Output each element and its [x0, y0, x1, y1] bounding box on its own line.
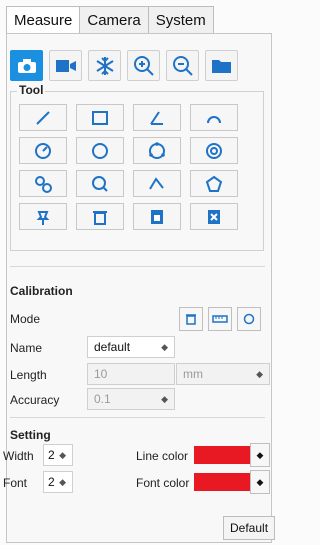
font-size-select[interactable]: 2 ◆: [43, 471, 73, 493]
calibration-title: Calibration: [10, 284, 73, 298]
circle-distance-icon: [35, 175, 52, 193]
font-label: Font: [3, 476, 28, 490]
concentric-circles-icon: [206, 142, 222, 159]
polyline-tool-button[interactable]: [133, 170, 181, 197]
freeze-button[interactable]: [88, 50, 121, 81]
font-color-swatch[interactable]: [194, 473, 250, 491]
line-color-swatch[interactable]: [194, 446, 250, 464]
line-tool-button[interactable]: [19, 104, 67, 131]
circle-radius-tool-button[interactable]: [19, 137, 67, 164]
capture-button[interactable]: [10, 50, 43, 81]
excel-export-tool-button[interactable]: [190, 203, 238, 230]
open-folder-button[interactable]: [205, 50, 238, 81]
width-label: Width: [3, 449, 34, 463]
font-color-label: Font color: [136, 476, 190, 490]
circle-points-tool-button[interactable]: [76, 137, 124, 164]
polygon-icon: [205, 175, 223, 192]
main-tabs: Measure Camera System: [6, 6, 214, 34]
accuracy-label: Accuracy: [10, 393, 60, 407]
calibration-file-icon: [151, 209, 163, 224]
select-arrow-icon: ◆: [59, 450, 66, 460]
setting-separator: [10, 417, 265, 418]
rectangle-icon: [92, 110, 108, 125]
circle-points-icon: [92, 142, 108, 159]
angle-tool-button[interactable]: [133, 104, 181, 131]
polyline-icon: [149, 176, 164, 190]
unit-value: mm: [183, 367, 203, 381]
line-icon: [36, 110, 50, 125]
zoom-in-icon: [133, 55, 154, 76]
ruler-icon: [212, 315, 228, 323]
video-camera-icon: [55, 59, 76, 72]
length-value: 10: [94, 367, 108, 381]
tool-grid: [19, 104, 238, 230]
calibration-name-value: default: [94, 340, 131, 354]
delete-tool-button[interactable]: [76, 203, 124, 230]
tool-section: Tool: [10, 83, 264, 251]
trash-icon: [186, 314, 196, 325]
select-arrow-icon: ◆: [256, 449, 264, 460]
mode-label: Mode: [10, 312, 41, 326]
circle-distance-tool-button[interactable]: [19, 170, 67, 197]
default-button[interactable]: Default: [223, 516, 276, 540]
arc-tool-button[interactable]: [190, 104, 238, 131]
length-input[interactable]: 10: [87, 363, 175, 385]
line-color-label: Line color: [136, 449, 189, 463]
concentric-circles-tool-button[interactable]: [190, 137, 238, 164]
pin-icon: [36, 210, 50, 225]
calibration-separator: [10, 266, 265, 267]
zoom-in-button[interactable]: [127, 50, 160, 81]
three-point-circle-icon: [149, 141, 165, 159]
calibration-file-tool-button[interactable]: [133, 203, 181, 230]
zoom-out-icon: [172, 55, 193, 76]
delete-calibration-button[interactable]: [179, 307, 203, 331]
three-point-circle-tool-button[interactable]: [133, 137, 181, 164]
accuracy-select[interactable]: 0.1 ◆: [87, 388, 175, 410]
arc-icon: [207, 115, 221, 123]
width-select[interactable]: 2 ◆: [43, 444, 73, 466]
folder-icon: [211, 59, 231, 73]
font-size-value: 2: [48, 475, 55, 489]
snowflake-icon: [95, 56, 114, 75]
select-arrow-icon: ◆: [256, 476, 264, 487]
circle-search-icon: [92, 175, 108, 192]
setting-title: Setting: [10, 428, 51, 442]
refresh-icon: [243, 313, 255, 325]
calibration-name-select[interactable]: default ◆: [87, 336, 175, 358]
accuracy-value: 0.1: [94, 392, 111, 406]
circle-search-tool-button[interactable]: [76, 170, 124, 197]
tab-measure[interactable]: Measure: [6, 6, 81, 34]
tool-title: Tool: [17, 83, 46, 97]
rotate-calibration-button[interactable]: [237, 307, 261, 331]
excel-export-icon: [208, 209, 220, 224]
record-button[interactable]: [49, 50, 82, 81]
polygon-tool-button[interactable]: [190, 170, 238, 197]
zoom-out-button[interactable]: [166, 50, 199, 81]
rectangle-tool-button[interactable]: [76, 104, 124, 131]
unit-select[interactable]: mm ◆: [176, 363, 270, 385]
quick-action-toolbar: [10, 50, 238, 81]
circle-radius-icon: [35, 142, 51, 159]
camera-icon: [17, 58, 36, 73]
line-color-dropdown[interactable]: ◆: [250, 443, 270, 467]
select-arrow-icon: ◆: [161, 394, 168, 404]
trash-icon: [93, 210, 107, 225]
select-arrow-icon: ◆: [59, 477, 66, 487]
pin-tool-button[interactable]: [19, 203, 67, 230]
angle-icon: [150, 110, 163, 125]
name-label: Name: [10, 341, 43, 355]
select-arrow-icon: ◆: [256, 369, 263, 379]
tab-camera[interactable]: Camera: [79, 6, 149, 34]
width-value: 2: [48, 448, 55, 462]
length-label: Length: [10, 368, 47, 382]
ruler-calibration-button[interactable]: [208, 307, 232, 331]
font-color-dropdown[interactable]: ◆: [250, 470, 270, 494]
select-arrow-icon: ◆: [161, 342, 168, 352]
tab-system[interactable]: System: [147, 6, 214, 34]
